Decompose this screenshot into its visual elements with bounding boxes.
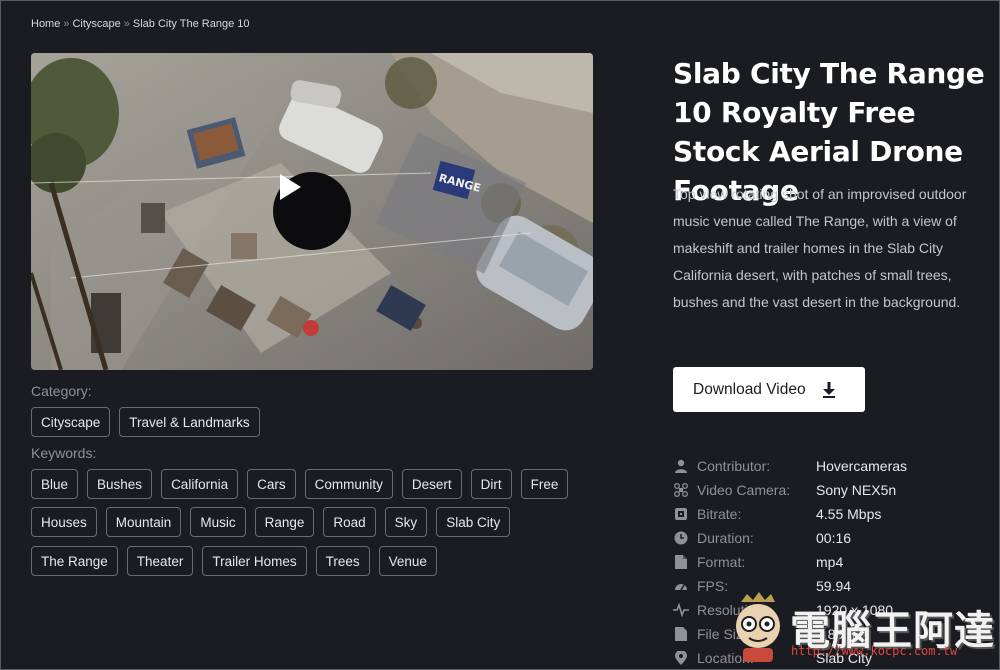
- keyword-tag[interactable]: Dirt: [470, 469, 512, 499]
- keyword-tag[interactable]: Cars: [247, 469, 296, 499]
- keyword-tag[interactable]: Free: [520, 469, 569, 499]
- meta-key: Format:: [697, 554, 746, 570]
- contributor-link[interactable]: Hovercameras: [816, 458, 907, 474]
- keyword-tag[interactable]: Road: [323, 507, 376, 537]
- breadcrumb-category-link[interactable]: Cityscape: [72, 18, 120, 30]
- keyword-tag[interactable]: Music: [190, 507, 246, 537]
- play-icon: [280, 174, 301, 200]
- watermark-url: http://www.kocpc.com.tw: [791, 644, 958, 658]
- gauge-icon: [673, 578, 689, 594]
- keyword-tag[interactable]: Range: [254, 507, 315, 537]
- keyword-tag[interactable]: Bushes: [87, 469, 153, 499]
- meta-row-bitrate: Bitrate: 4.55 Mbps: [673, 502, 881, 526]
- meta-value: mp4: [816, 554, 844, 570]
- meta-key: Video Camera:: [697, 482, 791, 498]
- download-video-button[interactable]: Download Video: [673, 367, 865, 412]
- play-button[interactable]: [273, 172, 351, 250]
- meta-key: Bitrate:: [697, 506, 742, 522]
- video-player[interactable]: RANGE: [31, 53, 593, 370]
- breadcrumb-separator: »: [63, 18, 70, 30]
- meta-value: 00:16: [816, 530, 852, 546]
- watermark: 電腦王阿達 http://www.kocpc.com.tw: [725, 592, 995, 666]
- meta-row-camera: Video Camera: Sony NEX5n: [673, 478, 896, 502]
- breadcrumb-current: Slab City The Range 10: [132, 18, 250, 30]
- meta-key: Contributor:: [697, 458, 771, 474]
- keyword-tag[interactable]: Houses: [31, 507, 97, 537]
- clock-icon: [673, 530, 689, 546]
- breadcrumb-home-link[interactable]: Home: [31, 18, 60, 30]
- file-size-icon: [673, 626, 689, 642]
- keyword-tags-row-1: Blue Bushes California Cars Community De…: [31, 469, 569, 499]
- keyword-tag[interactable]: Mountain: [105, 507, 182, 537]
- keyword-tag[interactable]: Community: [304, 469, 393, 499]
- breadcrumb: Home» Cityscape» Slab City The Range 10: [31, 18, 249, 30]
- location-icon: [673, 650, 689, 666]
- mascot-logo: [736, 592, 780, 662]
- meta-key: Duration:: [697, 530, 754, 546]
- keyword-tag[interactable]: California: [161, 469, 239, 499]
- keyword-tag[interactable]: Desert: [401, 469, 462, 499]
- keyword-tag[interactable]: The Range: [31, 546, 118, 576]
- category-tags: Cityscape Travel & Landmarks: [31, 407, 260, 437]
- download-icon: [822, 381, 835, 398]
- breadcrumb-separator: »: [123, 18, 130, 30]
- keyword-tag[interactable]: Trailer Homes: [202, 546, 307, 576]
- keyword-tags-row-2: Houses Mountain Music Range Road Sky Sla…: [31, 507, 511, 537]
- pulse-icon: [673, 602, 689, 618]
- video-description: Top view rotating shot of an improvised …: [673, 186, 967, 310]
- meta-value: Sony NEX5n: [816, 482, 897, 498]
- meta-row-contributor: Contributor: Hovercameras: [673, 454, 907, 478]
- user-icon: [673, 458, 689, 474]
- keywords-label: Keywords:: [31, 445, 97, 461]
- keyword-tag[interactable]: Sky: [384, 507, 428, 537]
- meta-value: 4.55 Mbps: [816, 506, 882, 522]
- category-tag[interactable]: Travel & Landmarks: [119, 407, 260, 437]
- file-icon: [673, 554, 689, 570]
- download-button-label: Download Video: [693, 380, 806, 398]
- keyword-tag[interactable]: Venue: [378, 546, 437, 576]
- category-label: Category:: [31, 383, 92, 399]
- meta-row-duration: Duration: 00:16: [673, 526, 851, 550]
- category-tag[interactable]: Cityscape: [31, 407, 111, 437]
- keyword-tag[interactable]: Slab City: [436, 507, 511, 537]
- keyword-tag[interactable]: Trees: [315, 546, 370, 576]
- bitrate-icon: [673, 506, 689, 522]
- meta-row-format: Format: mp4: [673, 550, 843, 574]
- keyword-tag[interactable]: Blue: [31, 469, 79, 499]
- drone-icon: [673, 482, 689, 498]
- keyword-tag[interactable]: Theater: [126, 546, 194, 576]
- keyword-tags-row-3: The Range Theater Trailer Homes Trees Ve…: [31, 546, 437, 576]
